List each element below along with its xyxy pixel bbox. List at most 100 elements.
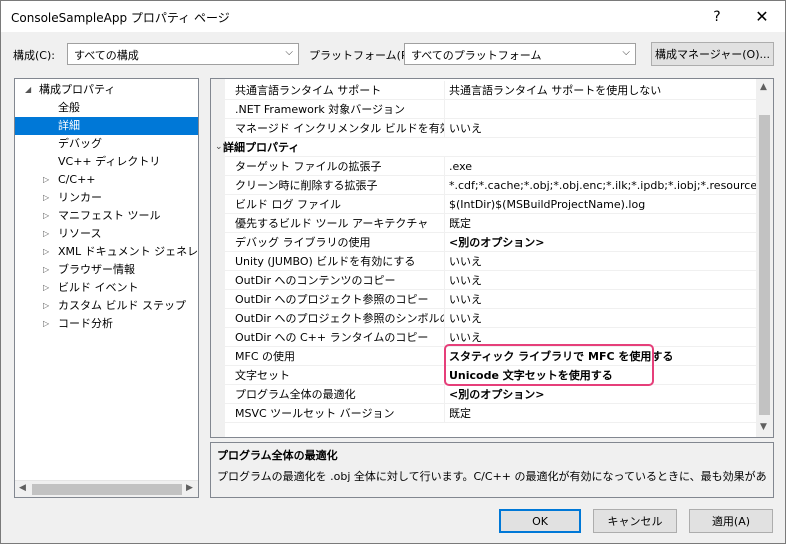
tree-item[interactable]: ▷ ビルド イベント [15, 279, 198, 297]
tree-item[interactable]: ▷ リソース [15, 225, 198, 243]
configuration-dropdown[interactable]: すべての構成 ⌵ [67, 43, 299, 65]
grid-row[interactable]: デバッグ ライブラリの使用 <別のオプション> [211, 233, 757, 252]
scrollbar-thumb[interactable] [32, 484, 182, 495]
tree-item[interactable]: ▷ C/C++ [15, 171, 198, 189]
grid-row[interactable]: Unity (JUMBO) ビルドを有効にする いいえ [211, 252, 757, 271]
grid-row[interactable]: 共通言語ランタイム サポート 共通言語ランタイム サポートを使用しない [211, 81, 757, 100]
grid-row[interactable]: クリーン時に削除する拡張子 *.cdf;*.cache;*.obj;*.obj.e… [211, 176, 757, 195]
tree-item-label: マニフェスト ツール [58, 209, 161, 222]
property-value[interactable] [449, 100, 757, 119]
vertical-scrollbar[interactable]: ▲ ▼ [756, 79, 773, 437]
scroll-down-icon[interactable]: ▼ [760, 422, 767, 432]
tree-item[interactable]: 詳細 [15, 117, 198, 135]
property-value[interactable]: いいえ [449, 252, 757, 271]
tree-item[interactable]: VC++ ディレクトリ [15, 153, 198, 171]
tree-item[interactable]: ▷ XML ドキュメント ジェネレーター [15, 243, 198, 261]
property-name: MSVC ツールセット バージョン [235, 404, 445, 423]
platform-dropdown[interactable]: すべてのプラットフォーム ⌵ [404, 43, 636, 65]
expand-icon[interactable]: ▷ [43, 297, 49, 315]
tree-item-label: C/C++ [58, 173, 96, 186]
description-title: プログラム全体の最適化 [217, 449, 338, 462]
tree-item[interactable]: ▷ リンカー [15, 189, 198, 207]
tree-item-label: 全般 [58, 101, 80, 114]
property-value[interactable]: .exe [449, 157, 757, 176]
property-name: 共通言語ランタイム サポート [235, 81, 445, 100]
cancel-button[interactable]: キャンセル [593, 509, 677, 533]
property-name: デバッグ ライブラリの使用 [235, 233, 445, 252]
expand-icon[interactable]: ▷ [43, 279, 49, 297]
tree-item[interactable]: 全般 [15, 99, 198, 117]
chevron-down-icon: ⌵ [285, 47, 293, 58]
property-name: OutDir へのプロジェクト参照のコピー [235, 290, 445, 309]
expand-icon[interactable]: ▷ [43, 315, 49, 333]
apply-button[interactable]: 適用(A) [689, 509, 773, 533]
grid-row[interactable]: MSVC ツールセット バージョン 既定 [211, 404, 757, 423]
tree-item-label: デバッグ [58, 137, 102, 150]
property-value[interactable]: 既定 [449, 214, 757, 233]
property-name: 優先するビルド ツール アーキテクチャ [235, 214, 445, 233]
scroll-up-icon[interactable]: ▲ [760, 82, 767, 92]
property-value[interactable]: いいえ [449, 309, 757, 328]
tree-item-label: XML ドキュメント ジェネレーター [58, 245, 199, 258]
highlight-annotation [444, 344, 654, 386]
expand-icon[interactable]: ▷ [43, 261, 49, 279]
expand-icon[interactable]: ▷ [43, 243, 49, 261]
tree-item[interactable]: ▷ コード分析 [15, 315, 198, 333]
collapse-icon[interactable]: ⌄ [215, 138, 223, 157]
property-name: 文字セット [235, 366, 445, 385]
grid-row[interactable]: OutDir へのプロジェクト参照のコピー いいえ [211, 290, 757, 309]
property-value[interactable]: 既定 [449, 404, 757, 423]
configuration-toolbar: 構成(C): すべての構成 ⌵ プラットフォーム(P): すべてのプラットフォー… [1, 39, 785, 71]
tree-item-label: コード分析 [58, 317, 113, 330]
grid-row[interactable]: ターゲット ファイルの拡張子 .exe [211, 157, 757, 176]
expand-icon[interactable]: ▷ [43, 171, 49, 189]
tree-root[interactable]: ◢ 構成プロパティ [15, 81, 198, 99]
tree-item[interactable]: ▷ ブラウザー情報 [15, 261, 198, 279]
property-name: プログラム全体の最適化 [235, 385, 445, 404]
scroll-right-icon[interactable]: ▶ [186, 483, 193, 493]
tree-item[interactable]: ▷ マニフェスト ツール [15, 207, 198, 225]
window-title: ConsoleSampleApp プロパティ ページ [11, 11, 230, 25]
configuration-manager-button[interactable]: 構成マネージャー(O)... [651, 42, 774, 66]
property-name: OutDir への C++ ランタイムのコピー [235, 328, 445, 347]
property-name: OutDir へのコンテンツのコピー [235, 271, 445, 290]
property-value[interactable]: 共通言語ランタイム サポートを使用しない [449, 81, 757, 100]
platform-value: すべてのプラットフォーム [411, 49, 542, 62]
grid-row[interactable]: .NET Framework 対象バージョン [211, 100, 757, 119]
property-value[interactable]: *.cdf;*.cache;*.obj;*.obj.enc;*.ilk;*.ip… [449, 176, 757, 195]
property-name: ターゲット ファイルの拡張子 [235, 157, 445, 176]
ok-button[interactable]: OK [499, 509, 581, 533]
grid-row[interactable]: ビルド ログ ファイル $(IntDir)$(MSBuildProjectName… [211, 195, 757, 214]
grid-row[interactable]: マネージド インクリメンタル ビルドを有効にするいいえ [211, 119, 757, 138]
grid-row[interactable]: 優先するビルド ツール アーキテクチャ 既定 [211, 214, 757, 233]
property-value[interactable]: <別のオプション> [449, 233, 757, 252]
tree-item[interactable]: ▷ カスタム ビルド ステップ [15, 297, 198, 315]
property-value[interactable]: いいえ [449, 271, 757, 290]
tree-item-label: 詳細 [58, 119, 80, 132]
property-value[interactable]: いいえ [449, 119, 757, 138]
grid-row[interactable]: OutDir へのプロジェクト参照のシンボルのコピーいいえ [211, 309, 757, 328]
tree-item[interactable]: デバッグ [15, 135, 198, 153]
property-value[interactable]: <別のオプション> [449, 385, 757, 404]
property-tree[interactable]: ◢ 構成プロパティ 全般詳細デバッグ VC++ ディレクトリ ▷ C/C++ ▷ リンカー… [14, 78, 199, 498]
expand-icon[interactable]: ▷ [43, 225, 49, 243]
horizontal-scrollbar[interactable]: ◀ ▶ [15, 480, 198, 497]
help-button[interactable]: ? [694, 1, 740, 32]
property-name: .NET Framework 対象バージョン [235, 100, 445, 119]
expand-icon[interactable]: ▷ [43, 189, 49, 207]
grid-category[interactable]: ⌄ 詳細プロパティ [211, 138, 757, 157]
property-value[interactable]: $(IntDir)$(MSBuildProjectName).log [449, 195, 757, 214]
tree-item-label: VC++ ディレクトリ [58, 155, 161, 168]
grid-row[interactable]: OutDir へのコンテンツのコピー いいえ [211, 271, 757, 290]
expand-icon[interactable]: ▷ [43, 207, 49, 225]
scroll-left-icon[interactable]: ◀ [19, 483, 26, 493]
grid-row[interactable]: プログラム全体の最適化 <別のオプション> [211, 385, 757, 404]
collapse-icon[interactable]: ◢ [25, 81, 31, 99]
description-text: プログラムの最適化を .obj 全体に対して行います。C/C++ の最適化が有効… [217, 470, 767, 483]
tree-item-label: カスタム ビルド ステップ [58, 299, 186, 312]
tree-item-label: リソース [58, 227, 102, 240]
close-button[interactable]: ✕ [739, 1, 785, 32]
scrollbar-thumb[interactable] [759, 115, 770, 415]
property-value[interactable]: いいえ [449, 290, 757, 309]
property-name: マネージド インクリメンタル ビルドを有効にする [235, 119, 445, 138]
